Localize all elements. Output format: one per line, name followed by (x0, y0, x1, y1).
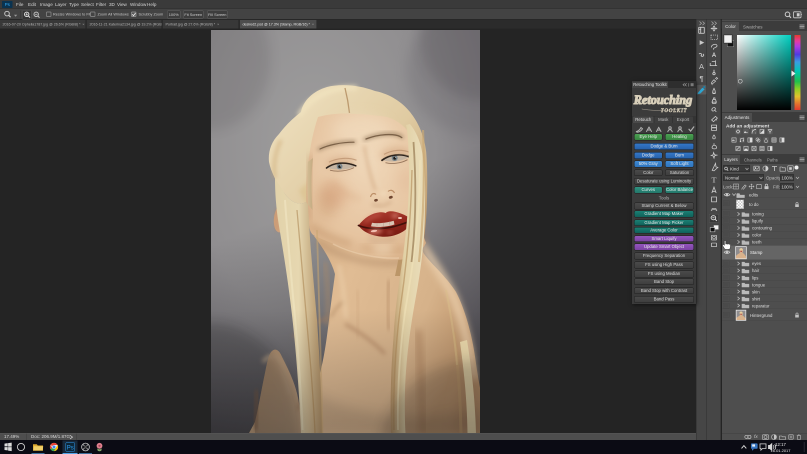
svg-text:16.01.2017: 16.01.2017 (771, 448, 792, 453)
svg-text:A: A (699, 62, 704, 71)
svg-text:12:17: 12:17 (775, 442, 786, 447)
svg-text:Ps: Ps (67, 446, 74, 452)
svg-text:¶: ¶ (699, 74, 703, 83)
svg-text:Retouching: Retouching (633, 93, 692, 107)
svg-text:TOOLKIT: TOOLKIT (661, 108, 688, 114)
svg-text:T: T (711, 176, 716, 185)
